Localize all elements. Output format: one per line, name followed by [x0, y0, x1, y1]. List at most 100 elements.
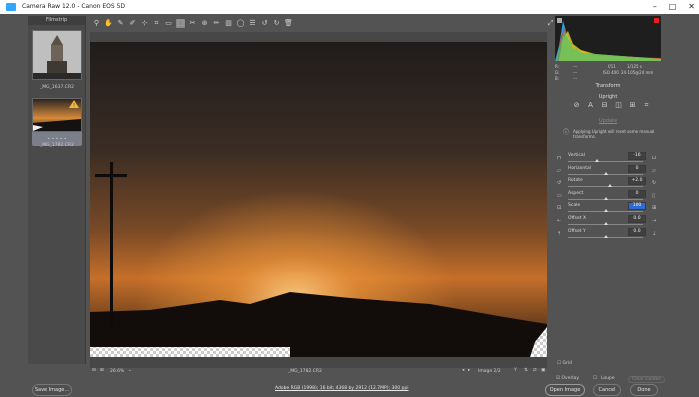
slider-knob[interactable]	[603, 209, 608, 213]
camera-raw-app-icon	[6, 3, 16, 11]
hand-icon[interactable]: ✋	[104, 19, 113, 28]
red-eye-icon[interactable]: ⊛	[200, 19, 209, 28]
upright-modes: ⊘ A ⊟ ◫ ⊞ ⌗	[573, 102, 650, 109]
preview-statusbar: ⊟ ⊞ 26.6% ⌄ _MG_1782.CR2 ◂ ▸ Image 2/2 Y…	[90, 368, 547, 379]
thumbnail-label: _MG_1637.CR2	[40, 85, 74, 90]
slider-knob[interactable]	[594, 159, 599, 162]
grid-option[interactable]: ☐ Grid	[557, 361, 572, 366]
slider-knob[interactable]	[603, 196, 608, 200]
slider-knob[interactable]	[603, 222, 608, 225]
slider-value-input[interactable]: 100	[628, 202, 646, 211]
thumbnail-label: _MG_1782.CR2	[40, 143, 74, 148]
slider-left-icon: ⇠	[557, 218, 562, 224]
slider-label: Aspect	[568, 190, 584, 196]
dialog-footer: Save Image... Adobe RGB (1998); 16 bit; …	[0, 384, 699, 397]
slider-knob[interactable]	[608, 184, 612, 188]
slider-track[interactable]	[568, 161, 643, 162]
crop-icon[interactable]: ⌗	[152, 19, 161, 28]
thumbnail-image: !	[32, 98, 82, 132]
cancel-button[interactable]: Cancel	[593, 384, 621, 396]
slider-knob[interactable]	[603, 234, 608, 238]
slider-value-input[interactable]: 0	[628, 164, 646, 173]
targeted-adjust-icon[interactable]: ⊹	[140, 19, 149, 28]
filmstrip-item[interactable]: _MG_1637.CR2	[32, 30, 82, 90]
zoom-out-button[interactable]: ⊟	[92, 368, 96, 373]
rotate-ccw-icon[interactable]: ↺	[260, 19, 269, 28]
slider-value-input[interactable]: +2.0	[628, 177, 646, 186]
close-button[interactable]: ✕	[688, 0, 695, 14]
slider-knob[interactable]	[603, 171, 608, 175]
grid-label: Grid	[562, 361, 572, 366]
preview-photo	[90, 42, 547, 357]
straighten-icon[interactable]: ▭	[164, 19, 173, 28]
slider-left-icon: ▭	[557, 192, 562, 199]
iso: ISO 400	[603, 70, 619, 75]
histogram	[555, 16, 661, 61]
slider-value-input[interactable]: -16	[628, 152, 646, 160]
thumbnail-rating[interactable]: • • • • •	[32, 137, 82, 142]
zoom-in-button[interactable]: ⊞	[100, 368, 104, 373]
workflow-options-link[interactable]: Adobe RGB (1998); 16 bit; 4368 by 2912 (…	[275, 386, 408, 391]
image-counter: Image 2/2	[478, 369, 501, 374]
upright-full-icon[interactable]: ⊞	[629, 102, 636, 109]
slider-track[interactable]	[568, 186, 643, 188]
white-balance-icon[interactable]: ✎	[116, 19, 125, 28]
update-button[interactable]: Update	[553, 118, 663, 124]
zoom-icon[interactable]: ⚲	[92, 19, 101, 28]
upright-auto-icon[interactable]: A	[587, 102, 594, 109]
filmstrip-item-selected[interactable]: ! • • • • • _MG_1782.CR2	[32, 98, 82, 148]
transform-icon[interactable]: ⬚	[176, 18, 185, 28]
trash-icon[interactable]: 🗑	[284, 19, 293, 28]
maximize-button[interactable]: □	[669, 0, 677, 14]
previous-image-icon[interactable]: ◂	[462, 368, 464, 373]
before-after-icon[interactable]: ⇅	[524, 368, 528, 373]
radial-filter-icon[interactable]: ◯	[236, 19, 245, 28]
slider-value-input[interactable]: 0.0	[628, 227, 646, 236]
slider-right-icon: ⊔	[652, 155, 656, 161]
open-image-button[interactable]: Open Image	[545, 384, 585, 396]
view-mode-y-icon[interactable]: Y	[514, 368, 517, 373]
slider-label: Vertical	[568, 153, 585, 158]
overlay-row: ☑ Overlay ☐ Loupe Clear Guides	[556, 376, 671, 383]
done-button[interactable]: Done	[630, 384, 658, 396]
upright-off-icon[interactable]: ⊘	[573, 102, 580, 109]
upright-level-icon[interactable]: ⊟	[601, 102, 608, 109]
color-sampler-icon[interactable]: ✐	[128, 19, 137, 28]
loupe-checkbox[interactable]: ☐	[593, 376, 597, 381]
save-image-button[interactable]: Save Image...	[32, 384, 72, 396]
rotate-cw-icon[interactable]: ↻	[272, 19, 281, 28]
spot-removal-icon[interactable]: ✂	[188, 19, 197, 28]
slider-value-input[interactable]: 0	[628, 189, 646, 198]
filmstrip-title[interactable]: Filmstrip	[28, 16, 85, 25]
slider-right-icon: ⊞	[652, 205, 657, 212]
clear-guides-button[interactable]: Clear Guides	[628, 376, 665, 383]
window-title: Camera Raw 12.0 - Canon EOS 5D	[22, 3, 126, 10]
b-value: ---	[573, 76, 578, 81]
image-preview[interactable]	[90, 32, 547, 368]
settings-toggle-icon[interactable]: ▣	[541, 368, 545, 373]
camera-raw-dialog: Filmstrip _MG_1637.CR2 ! • • • • • _MG_1…	[0, 14, 699, 397]
zoom-dropdown-icon[interactable]: ⌄	[128, 368, 132, 373]
g-label: G:	[555, 70, 560, 75]
slider-label: Scale	[568, 203, 581, 209]
next-image-icon[interactable]: ▸	[468, 368, 470, 373]
zoom-level[interactable]: 26.6%	[110, 369, 124, 374]
overlay-checkbox[interactable]: ☑	[556, 376, 560, 381]
upright-guided-icon[interactable]: ⌗	[643, 102, 650, 109]
swap-icon[interactable]: ⇄	[533, 368, 537, 373]
slider-label: Rotate	[568, 178, 583, 184]
slider-value-input[interactable]: 0.0	[628, 215, 646, 223]
r-value: ---	[573, 64, 578, 69]
grid-checkbox[interactable]: ☐	[557, 361, 561, 366]
minimize-button[interactable]: –	[653, 0, 657, 14]
slider-left-icon: ▱	[557, 167, 561, 174]
g-value: ---	[573, 70, 578, 75]
upright-vertical-icon[interactable]: ◫	[615, 102, 622, 109]
preferences-icon[interactable]: ☰	[248, 19, 257, 28]
slider-right-icon: ▯	[652, 192, 655, 199]
upright-note-text: Applying Upright will reset some manual …	[573, 129, 655, 139]
preview-filename: _MG_1782.CR2	[288, 369, 322, 374]
slider-left-icon: ↺	[557, 180, 562, 187]
adjustment-brush-icon[interactable]: ✏	[212, 19, 221, 28]
graduated-filter-icon[interactable]: ▥	[224, 19, 233, 28]
